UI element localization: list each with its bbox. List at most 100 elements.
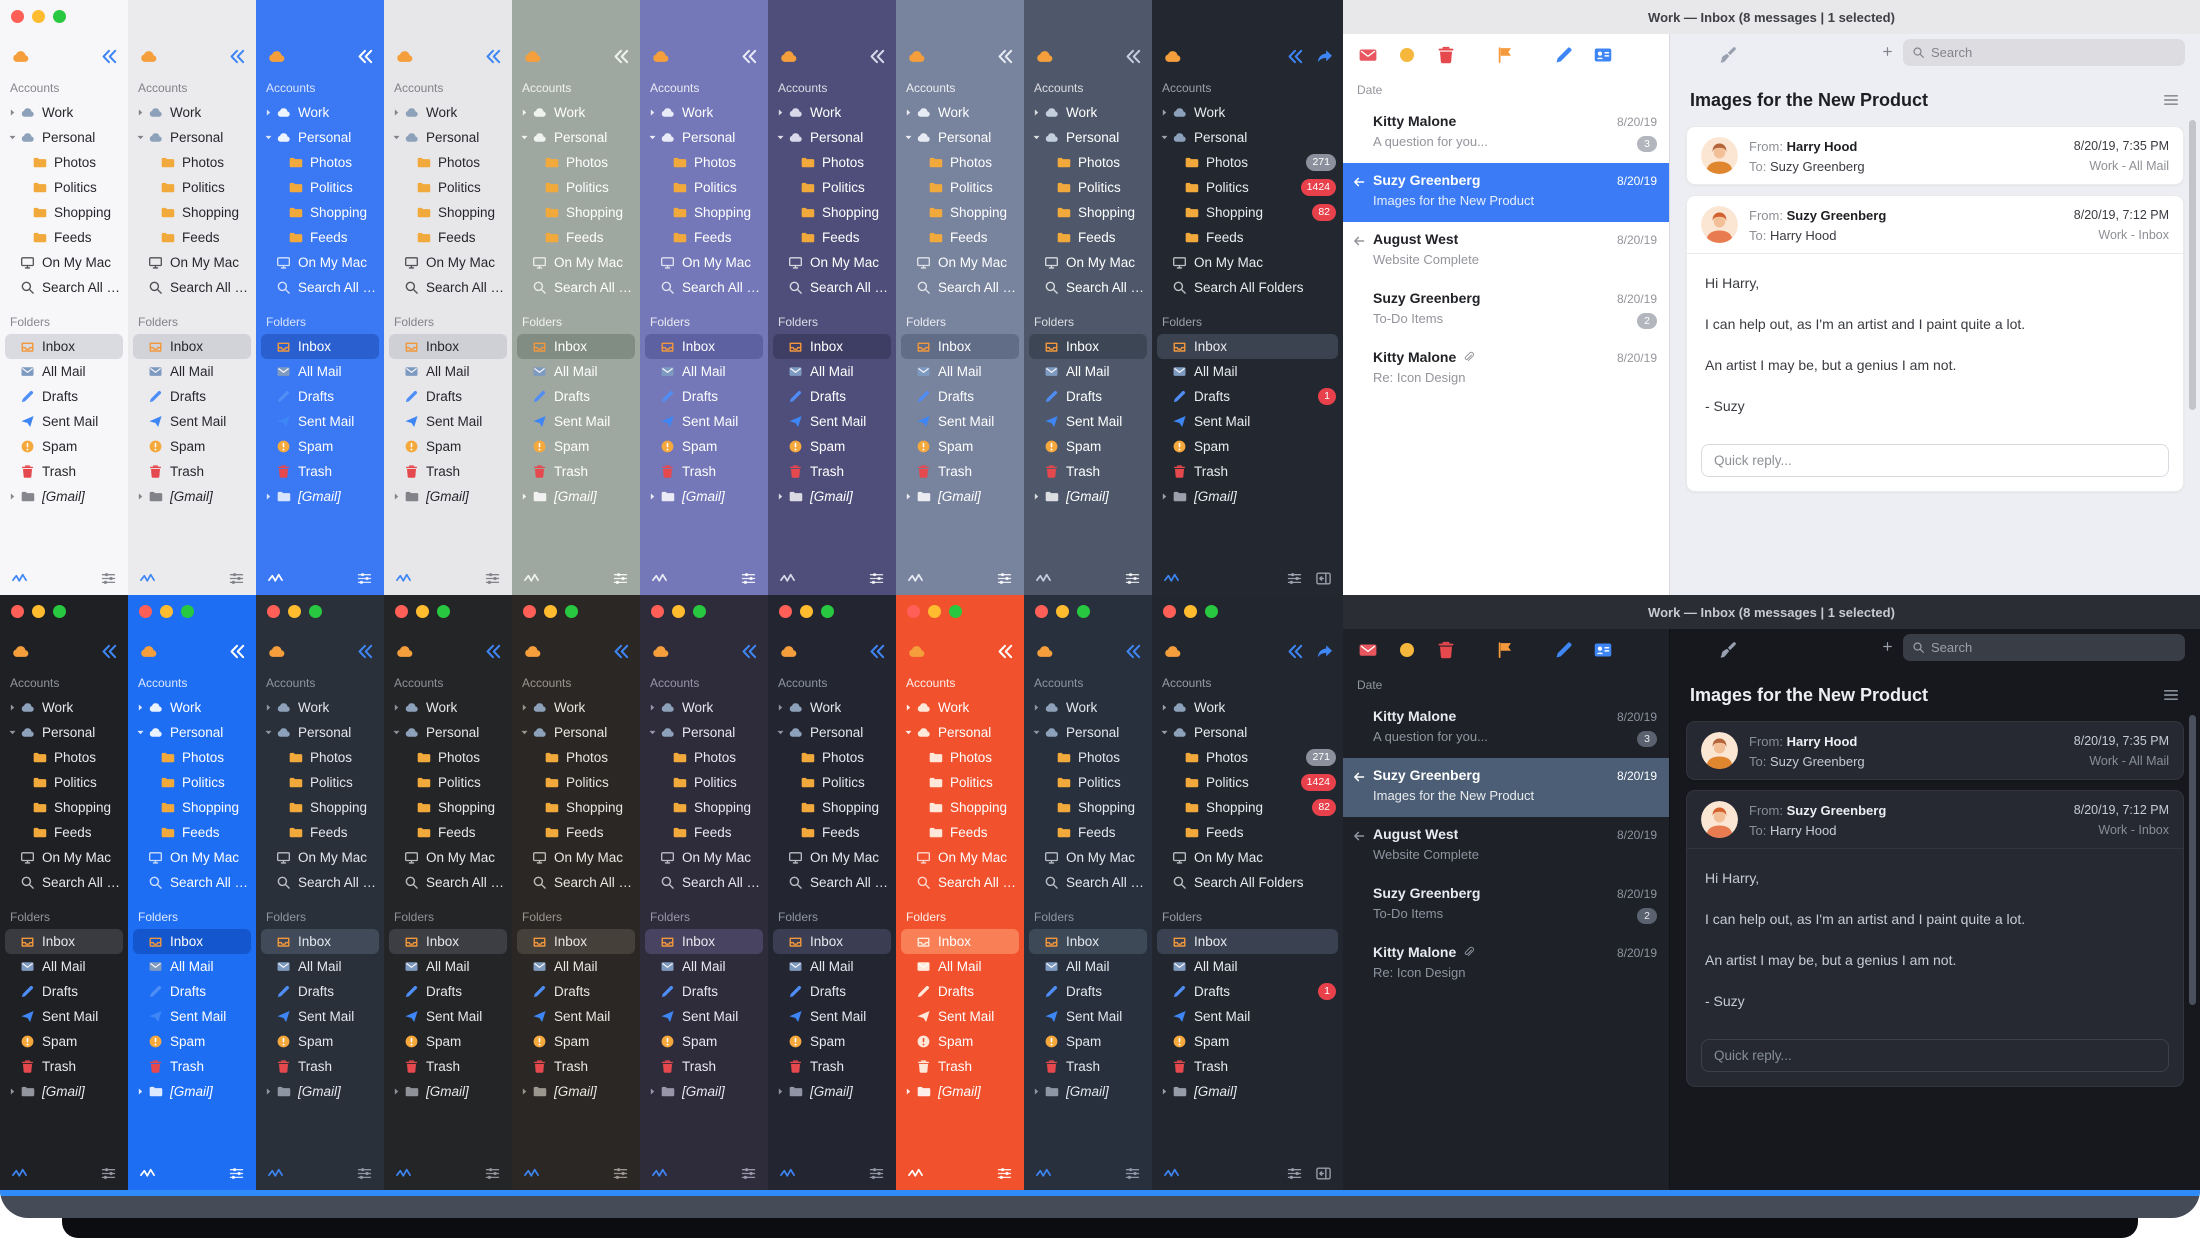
sidebar-item-politics[interactable]: Politics	[256, 770, 384, 795]
sidebar-item-gmail[interactable]: [Gmail]	[1024, 484, 1152, 509]
sidebar-item-sent-mail[interactable]: Sent Mail	[512, 409, 640, 434]
sidebar-item-sent-mail[interactable]: Sent Mail	[0, 409, 128, 434]
sidebar-item-search-all-folders[interactable]: Search All Folders	[640, 870, 768, 895]
sidebar-item-sent-mail[interactable]: Sent Mail	[640, 409, 768, 434]
list-settings-icon[interactable]	[100, 570, 117, 587]
sidebar-item-drafts[interactable]: Drafts	[0, 979, 128, 1004]
contacts-icon[interactable]	[1593, 45, 1613, 65]
collapse-sidebar-icon[interactable]	[612, 47, 631, 66]
sidebar-item-gmail[interactable]: [Gmail]	[1152, 484, 1343, 509]
chevron-down-icon[interactable]	[135, 727, 148, 738]
sidebar-item-personal[interactable]: Personal	[384, 125, 512, 150]
sidebar-item-trash[interactable]: Trash	[768, 1054, 896, 1079]
sidebar-item-on-my-mac[interactable]: On My Mac	[1152, 250, 1343, 275]
account-cloud-icon[interactable]	[1035, 642, 1054, 661]
sidebar-item-work[interactable]: Work	[384, 695, 512, 720]
sidebar-item-all-mail[interactable]: All Mail	[512, 359, 640, 384]
account-cloud-icon[interactable]	[267, 642, 286, 661]
sidebar-item-feeds[interactable]: Feeds	[0, 820, 128, 845]
collapse-sidebar-icon[interactable]	[356, 47, 375, 66]
sidebar-item-shopping[interactable]: Shopping	[768, 200, 896, 225]
chevron-right-icon[interactable]	[135, 1086, 148, 1097]
chevron-right-icon[interactable]	[519, 1086, 532, 1097]
sidebar-item-drafts[interactable]: Drafts	[256, 384, 384, 409]
sidebar-item-photos[interactable]: Photos	[384, 150, 512, 175]
sidebar-item-on-my-mac[interactable]: On My Mac	[640, 250, 768, 275]
sidebar-item-trash[interactable]: Trash	[128, 459, 256, 484]
sidebar-item-search-all-folders[interactable]: Search All Folders	[1152, 870, 1343, 895]
scrollbar[interactable]	[2189, 120, 2196, 410]
sidebar-item-drafts[interactable]: Drafts	[640, 384, 768, 409]
sidebar-item-inbox[interactable]: Inbox	[5, 334, 123, 359]
activity-icon[interactable]	[1163, 1165, 1180, 1182]
collapse-sidebar-icon[interactable]	[740, 642, 759, 661]
chevron-down-icon[interactable]	[1159, 132, 1172, 143]
sidebar-item-sent-mail[interactable]: Sent Mail	[128, 1004, 256, 1029]
sidebar-item-on-my-mac[interactable]: On My Mac	[256, 250, 384, 275]
collapse-sidebar-icon[interactable]	[484, 47, 503, 66]
compose-icon[interactable]	[1554, 640, 1574, 660]
sidebar-item-search-all-folders[interactable]: Search All Folders	[512, 275, 640, 300]
sidebar-item-personal[interactable]: Personal	[128, 125, 256, 150]
chevron-down-icon[interactable]	[903, 132, 916, 143]
close-button[interactable]	[779, 605, 792, 618]
close-button[interactable]	[395, 605, 408, 618]
chevron-right-icon[interactable]	[647, 1086, 660, 1097]
sidebar-item-all-mail[interactable]: All Mail	[0, 954, 128, 979]
sidebar-item-trash[interactable]: Trash	[640, 459, 768, 484]
sidebar-item-inbox[interactable]: Inbox	[773, 334, 891, 359]
sidebar-item-personal[interactable]: Personal	[512, 125, 640, 150]
sidebar-item-gmail[interactable]: [Gmail]	[768, 484, 896, 509]
trash-toolbar-icon[interactable]	[1436, 45, 1456, 65]
collapse-sidebar-icon[interactable]	[100, 47, 119, 66]
sidebar-item-drafts[interactable]: Drafts	[1024, 384, 1152, 409]
chevron-down-icon[interactable]	[263, 132, 276, 143]
zoom-button[interactable]	[181, 605, 194, 618]
message-row-images-for-the-new-product[interactable]: Suzy GreenbergImages for the New Product…	[1343, 758, 1669, 817]
chevron-right-icon[interactable]	[7, 491, 20, 502]
sidebar-item-politics[interactable]: Politics	[384, 175, 512, 200]
activity-icon[interactable]	[139, 570, 156, 587]
close-button[interactable]	[11, 605, 24, 618]
list-settings-icon[interactable]	[356, 570, 373, 587]
sidebar-item-drafts[interactable]: Drafts1	[1152, 384, 1343, 409]
minimize-button[interactable]	[928, 605, 941, 618]
list-settings-icon[interactable]	[1286, 1165, 1303, 1182]
sidebar-item-politics[interactable]: Politics	[128, 175, 256, 200]
search-input[interactable]: Search	[1903, 39, 2185, 66]
minimize-button[interactable]	[160, 605, 173, 618]
collapse-sidebar-icon[interactable]	[1286, 642, 1305, 661]
sidebar-item-spam[interactable]: Spam	[768, 434, 896, 459]
sidebar-item-drafts[interactable]: Drafts	[384, 979, 512, 1004]
sidebar-item-work[interactable]: Work	[896, 695, 1024, 720]
sidebar-item-trash[interactable]: Trash	[256, 1054, 384, 1079]
account-cloud-icon[interactable]	[11, 642, 30, 661]
message-card[interactable]: From: Suzy GreenbergTo: Harry Hood8/20/1…	[1686, 790, 2184, 1087]
zoom-button[interactable]	[1205, 605, 1218, 618]
sidebar-item-shopping[interactable]: Shopping	[384, 795, 512, 820]
sidebar-item-work[interactable]: Work	[128, 100, 256, 125]
sidebar-item-shopping[interactable]: Shopping	[0, 795, 128, 820]
sidebar-item-gmail[interactable]: [Gmail]	[0, 1079, 128, 1104]
sidebar-item-on-my-mac[interactable]: On My Mac	[512, 845, 640, 870]
close-button[interactable]	[1035, 605, 1048, 618]
sidebar-item-shopping[interactable]: Shopping	[128, 200, 256, 225]
sidebar-item-all-mail[interactable]: All Mail	[1024, 954, 1152, 979]
minimize-button[interactable]	[1184, 605, 1197, 618]
forward-icon[interactable]	[1315, 642, 1334, 661]
sidebar-item-sent-mail[interactable]: Sent Mail	[384, 1004, 512, 1029]
sidebar-item-personal[interactable]: Personal	[768, 720, 896, 745]
chevron-right-icon[interactable]	[1031, 491, 1044, 502]
activity-icon[interactable]	[267, 570, 284, 587]
message-header-card[interactable]: From: Harry HoodTo: Suzy Greenberg8/20/1…	[1686, 126, 2184, 185]
sidebar-item-on-my-mac[interactable]: On My Mac	[768, 845, 896, 870]
collapse-sidebar-icon[interactable]	[740, 47, 759, 66]
sidebar-item-personal[interactable]: Personal	[896, 125, 1024, 150]
activity-icon[interactable]	[779, 570, 796, 587]
sidebar-item-search-all-folders[interactable]: Search All Folders	[1024, 870, 1152, 895]
sidebar-item-feeds[interactable]: Feeds	[1024, 820, 1152, 845]
mark-read-icon[interactable]	[1397, 45, 1417, 65]
sidebar-item-work[interactable]: Work	[512, 695, 640, 720]
chevron-down-icon[interactable]	[1159, 727, 1172, 738]
zoom-button[interactable]	[437, 605, 450, 618]
